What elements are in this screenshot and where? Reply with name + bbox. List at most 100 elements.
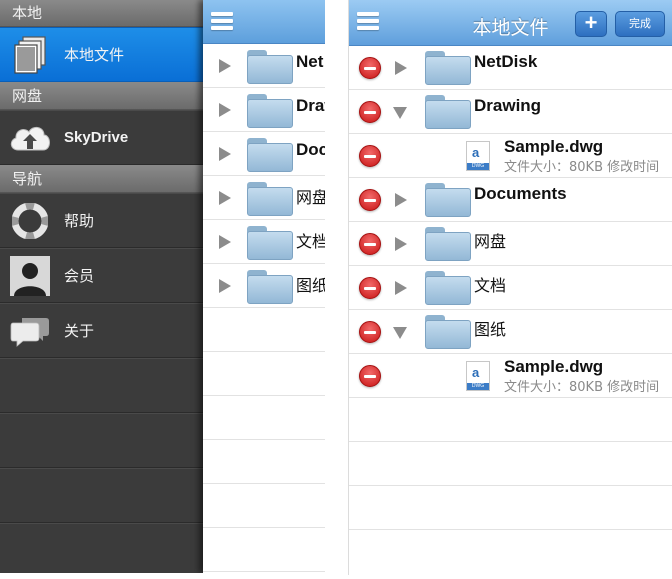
folder-name: Documents xyxy=(474,184,567,203)
file-name: Sample.dwg xyxy=(504,137,604,156)
disclosure-arrow-icon[interactable] xyxy=(219,103,231,117)
disclosure-arrow-icon[interactable] xyxy=(219,279,231,293)
section-header-local: 本地 xyxy=(0,0,203,27)
table-row[interactable]: NetDisk xyxy=(349,46,672,90)
expand-arrow-icon[interactable] xyxy=(395,61,407,75)
folder-icon xyxy=(425,51,471,85)
folder-name: 图纸 xyxy=(474,320,507,339)
folder-name: Draw xyxy=(296,96,325,115)
list-item[interactable]: Draw xyxy=(203,88,325,132)
folder-icon xyxy=(425,271,471,305)
list-item[interactable]: Net xyxy=(203,44,325,88)
sidebar-item-local-files[interactable]: 本地文件 xyxy=(0,27,203,82)
sidebar-item-label: 本地文件 xyxy=(64,46,125,64)
table-row[interactable]: 图纸 xyxy=(349,310,672,354)
sidebar-item-label: 会员 xyxy=(64,267,95,285)
sidebar-empty-row xyxy=(0,413,203,468)
folder-name: Drawing xyxy=(474,96,542,115)
empty-row xyxy=(349,486,672,530)
sidebar-item-label: SkyDrive xyxy=(64,129,129,146)
empty-row xyxy=(349,398,672,442)
add-button[interactable]: + xyxy=(575,11,607,37)
disclosure-arrow-icon[interactable] xyxy=(219,59,231,73)
delete-icon[interactable] xyxy=(359,277,381,299)
sidebar-item-skydrive[interactable]: SkyDrive xyxy=(0,110,203,165)
expand-arrow-icon[interactable] xyxy=(395,193,407,207)
disclosure-arrow-icon[interactable] xyxy=(219,147,231,161)
folder-icon xyxy=(247,270,293,304)
list-item[interactable]: 网盘 xyxy=(203,176,325,220)
sidebar-item-label: 关于 xyxy=(64,322,95,340)
table-row[interactable]: a DWG Sample.dwg 文件大小：80KB 修改时间 xyxy=(349,354,672,398)
table-row[interactable]: a DWG Sample.dwg 文件大小：80KB 修改时间 xyxy=(349,134,672,178)
sidebar-item-label: 帮助 xyxy=(64,212,95,230)
sidebar-item-about[interactable]: 关于 xyxy=(0,303,203,358)
left-screen: 本地 本地文件 网盘 SkyDrive 导航 帮助 会员 关于 Net Dra … xyxy=(0,0,325,573)
list-item[interactable]: 图纸 xyxy=(203,264,325,308)
list-item[interactable]: 文档 xyxy=(203,220,325,264)
folder-name: 网盘 xyxy=(296,188,325,207)
folder-icon xyxy=(425,315,471,349)
delete-icon[interactable] xyxy=(359,57,381,79)
file-meta: 文件大小：80KB 修改时间 xyxy=(504,160,660,175)
folder-icon xyxy=(247,226,293,260)
sidebar-empty-row xyxy=(0,523,203,573)
nav-bar: 本地文件 + 完成 xyxy=(349,0,672,46)
collapse-arrow-icon[interactable] xyxy=(393,327,407,339)
empty-row xyxy=(203,484,325,528)
sidebar: 本地 本地文件 网盘 SkyDrive 导航 帮助 会员 关于 xyxy=(0,0,203,573)
folder-icon xyxy=(425,183,471,217)
documents-icon xyxy=(8,33,52,77)
file-name: Sample.dwg xyxy=(504,357,604,376)
table-row[interactable]: 文档 xyxy=(349,266,672,310)
empty-row xyxy=(203,528,325,572)
table-row[interactable]: Documents xyxy=(349,178,672,222)
folder-icon xyxy=(247,94,293,128)
empty-row xyxy=(203,352,325,396)
nav-bar xyxy=(203,0,325,44)
file-list-panel: Net Draw Doc 网盘 文档 图纸 xyxy=(203,0,325,573)
section-header-nav: 导航 xyxy=(0,165,203,193)
collapse-arrow-icon[interactable] xyxy=(393,107,407,119)
folder-name: Doc xyxy=(296,140,325,159)
folder-name: NetDisk xyxy=(474,52,538,71)
table-row[interactable]: Drawing xyxy=(349,90,672,134)
empty-row xyxy=(203,396,325,440)
empty-row xyxy=(203,308,325,352)
folder-icon xyxy=(425,227,471,261)
section-header-netdisk: 网盘 xyxy=(0,82,203,110)
folder-name: 网盘 xyxy=(474,232,507,251)
dwg-file-icon: a DWG xyxy=(466,361,490,391)
disclosure-arrow-icon[interactable] xyxy=(219,191,231,205)
folder-icon xyxy=(247,50,293,84)
sidebar-empty-row xyxy=(0,358,203,413)
cloud-upload-icon xyxy=(8,116,52,160)
delete-icon[interactable] xyxy=(359,365,381,387)
done-button[interactable]: 完成 xyxy=(615,11,665,37)
disclosure-arrow-icon[interactable] xyxy=(219,235,231,249)
expand-arrow-icon[interactable] xyxy=(395,237,407,251)
delete-icon[interactable] xyxy=(359,189,381,211)
file-meta: 文件大小：80KB 修改时间 xyxy=(504,380,660,395)
folder-name: Net xyxy=(296,52,324,71)
folder-name: 文档 xyxy=(296,232,325,251)
sidebar-item-help[interactable]: 帮助 xyxy=(0,193,203,248)
list-item[interactable]: Doc xyxy=(203,132,325,176)
empty-row xyxy=(203,440,325,484)
delete-icon[interactable] xyxy=(359,233,381,255)
delete-icon[interactable] xyxy=(359,101,381,123)
expand-arrow-icon[interactable] xyxy=(395,281,407,295)
sidebar-empty-row xyxy=(0,468,203,523)
folder-icon xyxy=(247,182,293,216)
delete-icon[interactable] xyxy=(359,321,381,343)
user-silhouette-icon xyxy=(8,254,52,298)
sidebar-item-member[interactable]: 会员 xyxy=(0,248,203,303)
table-row[interactable]: 网盘 xyxy=(349,222,672,266)
delete-icon[interactable] xyxy=(359,145,381,167)
lifebuoy-icon xyxy=(8,199,52,243)
empty-row xyxy=(349,442,672,486)
folder-name: 图纸 xyxy=(296,276,325,295)
menu-icon[interactable] xyxy=(211,12,233,32)
right-screen: 本地文件 + 完成 NetDisk Drawing a DWG Sample.dw… xyxy=(348,0,672,575)
speech-bubbles-icon xyxy=(8,309,52,353)
